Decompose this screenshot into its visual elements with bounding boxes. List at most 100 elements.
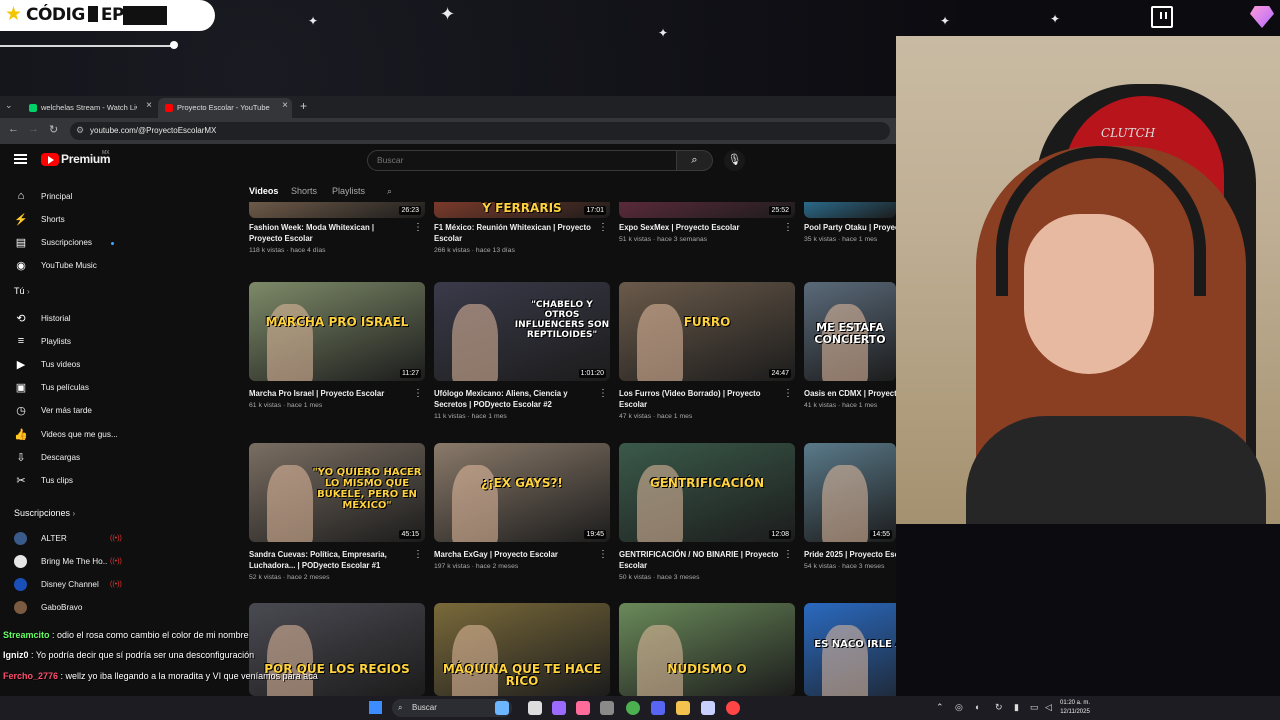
video-thumbnail[interactable]: ¿¡EX GAYS?! 19:45 <box>434 443 610 542</box>
discord-icon[interactable] <box>651 701 665 715</box>
more-options-icon[interactable]: ⋮ <box>413 388 423 399</box>
thumbnail-caption: MARCHA PRO ISRAEL <box>265 315 409 329</box>
tray-icon[interactable]: ◐ <box>975 702 980 712</box>
forward-icon[interactable]: → <box>28 123 39 135</box>
video-meta: 118 k vistas · hace 4 días <box>249 247 326 254</box>
folder-icon[interactable] <box>676 701 690 715</box>
more-options-icon[interactable]: ⋮ <box>783 222 793 233</box>
thumbnail-caption: GENTRIFICACIÓN <box>649 476 765 490</box>
volume-icon[interactable]: ◁ <box>1045 702 1052 713</box>
video-title[interactable]: Pride 2025 | Proyecto Escolar <box>804 549 896 560</box>
video-meta: 35 k vistas · hace 1 mes <box>804 236 878 243</box>
video-meta: 41 k vistas · hace 1 mes <box>804 402 878 409</box>
video-thumbnail[interactable]: "CHABELO Y OTROS INFLUENCERS SON REPTILO… <box>434 282 610 381</box>
duration-badge: 26:23 <box>399 206 421 215</box>
video-thumbnail[interactable]: 14:55 <box>804 443 896 542</box>
video-thumbnail[interactable]: 26:23 <box>249 202 425 218</box>
duration-badge: 45:15 <box>399 530 421 539</box>
video-title[interactable]: Fashion Week: Moda Whitexican | Proyecto… <box>249 222 409 244</box>
video-title[interactable]: F1 México: Reunión Whitexican | Proyecto… <box>434 222 594 244</box>
task-view-icon[interactable] <box>528 701 542 715</box>
site-info-icon[interactable]: ⚙ <box>76 125 84 136</box>
video-thumbnail[interactable]: GENTRIFICACIÓN 12:08 <box>619 443 795 542</box>
windows-start-icon[interactable] <box>368 700 383 715</box>
close-icon[interactable]: × <box>146 100 152 111</box>
tab-bar: ⌄ welchelas Stream - Watch Live × Proyec… <box>0 96 896 118</box>
app-icon[interactable] <box>726 701 740 715</box>
chat-text: : Yo podría decir que sí podría ser una … <box>28 650 255 660</box>
video-thumbnail[interactable]: "YO QUIERO HACER LO MISMO QUE BUKELE, PE… <box>249 443 425 542</box>
thumbnail-caption: "YO QUIERO HACER LO MISMO QUE BUKELE, PE… <box>312 467 422 511</box>
browser-window: ⌄ welchelas Stream - Watch Live × Proyec… <box>0 96 896 696</box>
duration-badge: 1:01:20 <box>578 369 606 378</box>
more-options-icon[interactable]: ⋮ <box>598 222 608 233</box>
more-options-icon[interactable]: ⋮ <box>413 222 423 233</box>
tray-icon[interactable]: ◎ <box>955 702 963 713</box>
reload-icon[interactable]: ↻ <box>49 123 58 136</box>
more-options-icon[interactable]: ⋮ <box>783 549 793 560</box>
video-title[interactable]: Marcha Pro Israel | Proyecto Escolar <box>249 388 409 399</box>
settings-icon[interactable] <box>600 701 614 715</box>
video-thumbnail[interactable]: Y FERRARIS 17:01 <box>434 202 610 218</box>
more-options-icon[interactable]: ⋮ <box>783 388 793 399</box>
video-thumbnail[interactable]: FURRO 24:47 <box>619 282 795 381</box>
video-title[interactable]: GENTRIFICACIÓN / NO BINARIE | Proyecto E… <box>619 549 779 571</box>
youtube-icon <box>165 104 173 112</box>
video-title[interactable]: Sandra Cuevas: Política, Empresaria, Luc… <box>249 549 409 571</box>
tray-icon[interactable]: ↻ <box>995 702 1003 713</box>
clock-time: 01:20 a. m. <box>1060 700 1091 706</box>
clock[interactable]: 01:20 a. m. 12/11/2025 <box>1060 699 1090 717</box>
duration-badge: 11:27 <box>400 369 421 378</box>
video-thumbnail[interactable]: ES NACO IRLE AL AMÉRICA? <box>804 603 896 696</box>
back-icon[interactable]: ← <box>8 123 19 135</box>
video-thumbnail[interactable]: MÁQUINA QUE TE HACE RICO <box>434 603 610 696</box>
address-bar[interactable]: ⚙ youtube.com/@ProyectoEscolarMX <box>70 122 890 140</box>
more-options-icon[interactable]: ⋮ <box>598 388 608 399</box>
tab-label: Proyecto Escolar - YouTube <box>177 103 270 112</box>
more-options-icon[interactable]: ⋮ <box>413 549 423 560</box>
thumbnail-caption: NUDISMO O <box>667 662 747 676</box>
thumbnail-person <box>452 304 498 381</box>
progress-dot <box>170 41 178 49</box>
app-icon[interactable] <box>576 701 590 715</box>
chevron-up-icon[interactable]: ⌃ <box>936 702 944 713</box>
taskbar-search[interactable]: ⌕ Buscar <box>392 699 512 717</box>
taskbar-search-label: Buscar <box>412 703 437 712</box>
video-title[interactable]: Pool Party Otaku | Proyecto Escolar <box>804 222 896 233</box>
close-icon[interactable]: × <box>282 100 288 111</box>
stream-overlay: ★ CÓDIG EPIC ✦ ✦ ✦ ✦ ✦ <box>0 0 1280 49</box>
tab-twitch[interactable]: welchelas Stream - Watch Live × <box>22 98 156 118</box>
video-title[interactable]: Los Furros (Video Borrado) | Proyecto Es… <box>619 388 779 410</box>
new-tab-button[interactable]: + <box>300 99 307 113</box>
tab-list-icon[interactable]: ⌄ <box>5 100 13 111</box>
app-icon[interactable] <box>552 701 566 715</box>
more-options-icon[interactable]: ⋮ <box>598 549 608 560</box>
chat-username: Streamcito <box>3 630 50 640</box>
clock-date: 12/11/2025 <box>1060 709 1090 715</box>
chat-text: : odio el rosa como cambio el color de m… <box>49 630 249 640</box>
brand-banner: ★ CÓDIG EPIC <box>0 0 215 31</box>
video-title[interactable]: Expo SexMex | Proyecto Escolar <box>619 222 779 233</box>
browser-toolbar: ← → ↻ ⚙ youtube.com/@ProyectoEscolarMX <box>0 118 896 144</box>
video-title[interactable]: Ufólogo Mexicano: Aliens, Ciencia y Secr… <box>434 388 594 410</box>
mic-icon[interactable]: ▮ <box>1014 702 1019 713</box>
video-thumbnail[interactable]: 25:52 <box>619 202 795 218</box>
chrome-icon[interactable] <box>626 701 640 715</box>
thumbnail-caption: "CHABELO Y OTROS INFLUENCERS SON REPTILO… <box>514 300 610 340</box>
video-title[interactable]: Oasis en CDMX | Proyecto Escolar <box>804 388 896 399</box>
app-icon[interactable] <box>701 701 715 715</box>
sparkle-icon: ✦ <box>1050 12 1061 26</box>
video-meta: 197 k vistas · hace 2 meses <box>434 563 519 570</box>
video-thumbnail[interactable] <box>804 202 896 218</box>
video-title[interactable]: Marcha ExGay | Proyecto Escolar <box>434 549 594 560</box>
video-meta: 61 k vistas · hace 1 mes <box>249 402 323 409</box>
tab-youtube[interactable]: Proyecto Escolar - YouTube × <box>158 98 292 118</box>
duration-badge: 24:47 <box>769 369 791 378</box>
video-thumbnail[interactable]: ME ESTAFA CONCIERTO <box>804 282 896 381</box>
duration-badge: 17:01 <box>584 206 606 215</box>
app-icon[interactable] <box>495 701 509 715</box>
video-thumbnail[interactable]: MARCHA PRO ISRAEL 11:27 <box>249 282 425 381</box>
monitor-icon[interactable]: ▭ <box>1030 702 1039 713</box>
video-thumbnail[interactable]: NUDISMO O <box>619 603 795 696</box>
taskbar: ⌕ Buscar ⌃ ◎ ◐ ↻ ▮ ▭ ◁ 01:20 a. m. 12/11… <box>0 696 1280 720</box>
